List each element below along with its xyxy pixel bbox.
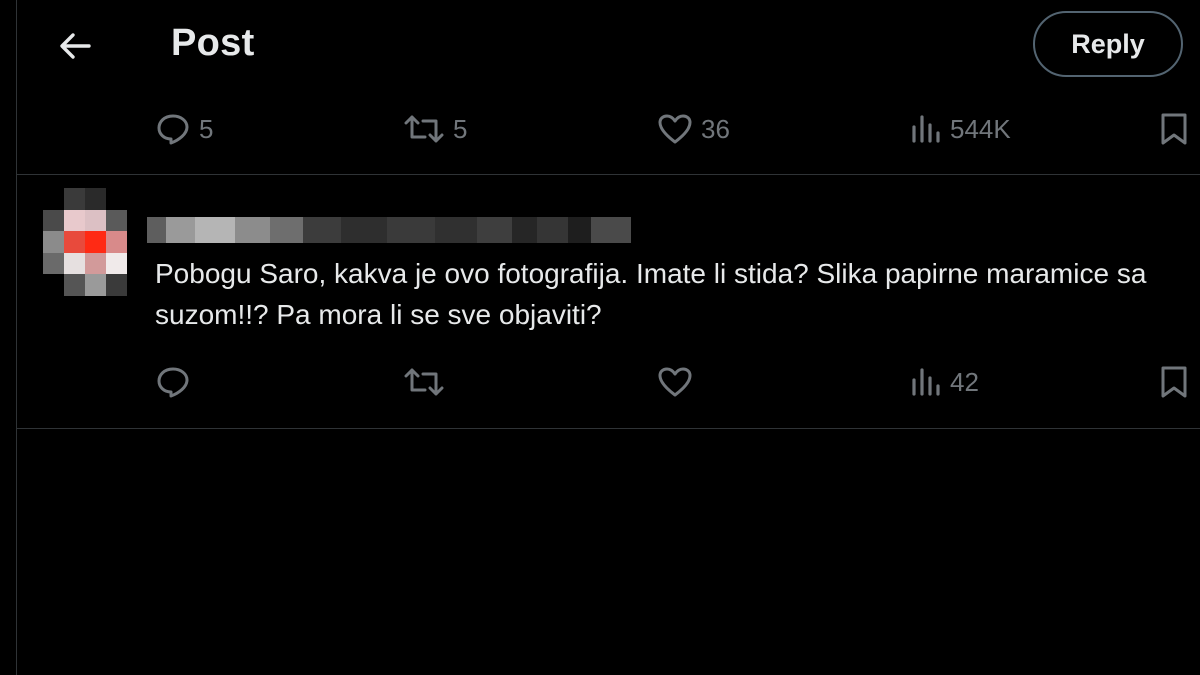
repost-icon: [404, 368, 444, 396]
repost-action[interactable]: [403, 357, 453, 407]
divider: [17, 174, 1200, 175]
repost-count: 5: [453, 113, 468, 144]
reply-icon: [157, 114, 189, 145]
views-action[interactable]: 544K: [910, 104, 1011, 154]
views-count: 544K: [950, 113, 1011, 144]
reply-text: Pobogu Saro, kakva je ovo fotografija. I…: [155, 258, 1147, 330]
avatar[interactable]: [43, 188, 127, 296]
main-post-action-bar: 5 5 36 544K: [17, 104, 1200, 154]
like-action[interactable]: [657, 357, 701, 407]
views-action[interactable]: 42: [910, 357, 979, 407]
reply-button[interactable]: Reply: [1033, 11, 1183, 77]
bookmark-action[interactable]: [1159, 357, 1189, 407]
like-action[interactable]: 36: [657, 104, 730, 154]
views-count: 42: [950, 366, 979, 397]
repost-action[interactable]: 5: [403, 104, 467, 154]
reply-icon: [157, 367, 189, 398]
reply-action-bar: 42: [17, 357, 1200, 407]
divider: [17, 428, 1200, 429]
views-icon: [912, 115, 940, 143]
timeline-column: Post Reply 5 5 36 544K Pobogu Saro, kakv…: [16, 0, 1200, 675]
reply-action[interactable]: [155, 357, 199, 407]
back-arrow-icon: [60, 33, 91, 59]
like-count: 36: [701, 113, 730, 144]
bookmark-icon: [1161, 113, 1187, 145]
page-title: Post: [171, 22, 255, 64]
reply-count: 5: [199, 113, 214, 144]
repost-icon: [404, 115, 444, 143]
blurred-username[interactable]: [147, 206, 631, 254]
like-icon: [658, 367, 692, 397]
views-icon: [912, 368, 940, 396]
like-icon: [658, 114, 692, 144]
bookmark-action[interactable]: [1159, 104, 1189, 154]
back-button[interactable]: [53, 24, 97, 68]
header-bar: Post Reply: [17, 0, 1200, 92]
reply-action[interactable]: 5: [155, 104, 213, 154]
bookmark-icon: [1161, 366, 1187, 398]
